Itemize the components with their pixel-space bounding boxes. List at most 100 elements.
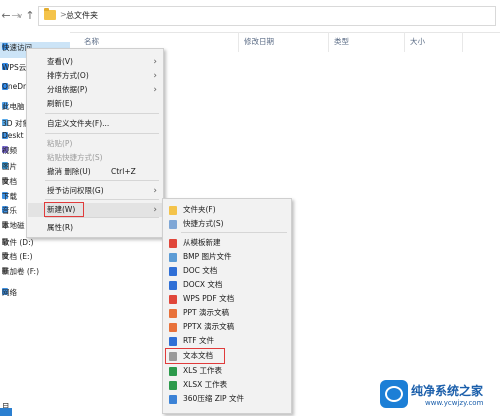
nav-item-label: Deskt bbox=[2, 131, 24, 140]
nav-item-label: 文档 bbox=[2, 177, 17, 186]
menu-separator bbox=[181, 232, 287, 233]
docx-icon bbox=[169, 281, 177, 290]
watermark-title: 纯净系统之家 bbox=[411, 384, 484, 398]
nav-item[interactable]: 此电脑 bbox=[2, 101, 25, 112]
nav-item[interactable]: 音乐 bbox=[2, 205, 17, 216]
nav-item[interactable]: 下载 bbox=[2, 191, 17, 202]
new-submenu: 文件夹(F) 快捷方式(S) 从模板新建 BMP 图片文件 DOC 文档 DOCX 文档 W… bbox=[162, 198, 292, 414]
nav-item[interactable]: 新加卷 (F:) bbox=[2, 266, 39, 277]
submenu-item[interactable]: 从模板新建 bbox=[163, 236, 291, 250]
submenu-item[interactable]: DOCX 文档 bbox=[163, 278, 291, 292]
chevron-right-icon: › bbox=[153, 71, 157, 81]
nav-item[interactable]: 本地磁 bbox=[2, 220, 25, 231]
menu-item[interactable]: 查看(V) › bbox=[27, 55, 163, 69]
nav-item[interactable]: 图片 bbox=[2, 161, 17, 172]
nav-item[interactable]: 文档 bbox=[2, 176, 17, 187]
submenu-item-label: WPS PDF 文档 bbox=[183, 294, 235, 303]
submenu-item[interactable]: WPS PDF 文档 bbox=[163, 292, 291, 306]
submenu-item-label: 快捷方式(S) bbox=[183, 219, 224, 228]
submenu-item[interactable]: 文件夹(F) bbox=[163, 203, 291, 217]
nav-item-label: 新加卷 (F:) bbox=[2, 267, 39, 276]
menu-item[interactable]: 属性(R) bbox=[27, 221, 163, 235]
submenu-item[interactable]: XLS 工作表 bbox=[163, 364, 291, 378]
submenu-item-label: 从模板新建 bbox=[183, 238, 221, 247]
highlight-box bbox=[44, 202, 84, 217]
submenu-item[interactable]: DOC 文档 bbox=[163, 264, 291, 278]
column-divider bbox=[404, 32, 405, 52]
up-button[interactable]: ↑ bbox=[24, 9, 36, 23]
menu-item-label: 粘贴(P) bbox=[47, 139, 73, 148]
menu-item-label: 属性(R) bbox=[47, 223, 74, 232]
nav-item[interactable]: 文档 (E:) bbox=[2, 251, 33, 262]
menu-item-label: 撤消 删除(U) bbox=[47, 167, 91, 176]
submenu-item-label: DOCX 文档 bbox=[183, 280, 223, 289]
nav-item[interactable]: Deskt bbox=[2, 131, 24, 140]
menu-separator bbox=[45, 199, 159, 200]
column-divider bbox=[462, 32, 463, 52]
menu-item[interactable]: 授予访问权限(G) › bbox=[27, 184, 163, 198]
submenu-item[interactable]: 快捷方式(S) bbox=[163, 217, 291, 231]
column-divider bbox=[238, 32, 239, 52]
submenu-item-label: 360压缩 ZIP 文件 bbox=[183, 394, 244, 403]
submenu-item[interactable]: RTF 文件 bbox=[163, 334, 291, 348]
xlsx-icon bbox=[169, 381, 177, 390]
template-icon bbox=[169, 239, 177, 248]
submenu-item[interactable]: BMP 图片文件 bbox=[163, 250, 291, 264]
menu-item: 粘贴快捷方式(S) bbox=[27, 151, 163, 165]
submenu-item[interactable]: XLSX 工作表 bbox=[163, 378, 291, 392]
submenu-item-label: PPTX 演示文稿 bbox=[183, 322, 235, 331]
submenu-item[interactable]: PPT 演示文稿 bbox=[163, 306, 291, 320]
menu-item-label: 排序方式(O) bbox=[47, 71, 89, 80]
folder-icon bbox=[44, 8, 56, 20]
nav-item-label: 文档 (E:) bbox=[2, 252, 33, 261]
submenu-item[interactable]: 360压缩 ZIP 文件 bbox=[163, 392, 291, 406]
menu-item[interactable]: 撤消 删除(U) Ctrl+Z bbox=[27, 165, 163, 179]
chevron-right-icon: › bbox=[153, 205, 157, 215]
menu-item[interactable]: 刷新(E) bbox=[27, 97, 163, 111]
submenu-item-label: BMP 图片文件 bbox=[183, 252, 232, 261]
submenu-item[interactable]: PPTX 演示文稿 bbox=[163, 320, 291, 334]
ppt-icon bbox=[169, 309, 177, 318]
menu-item[interactable]: 排序方式(O) › bbox=[27, 69, 163, 83]
nav-item[interactable]: 视频 bbox=[2, 145, 17, 156]
submenu-item-label: PPT 演示文稿 bbox=[183, 308, 230, 317]
menu-separator bbox=[45, 113, 159, 114]
nav-item[interactable]: 软件 (D:) bbox=[2, 237, 34, 248]
context-menu: 查看(V) › 排序方式(O) › 分组依据(P) › 刷新(E) 自定义文件夹(F)... 粘… bbox=[26, 48, 164, 238]
submenu-item-label: 文件夹(F) bbox=[183, 205, 216, 214]
menu-item[interactable]: 分组依据(P) › bbox=[27, 83, 163, 97]
doc-icon bbox=[169, 267, 177, 276]
highlight-box bbox=[165, 348, 225, 364]
column-header-date[interactable]: 修改日期 bbox=[244, 36, 274, 47]
chevron-right-icon: › bbox=[153, 57, 157, 67]
nav-item-label: 网络 bbox=[2, 288, 17, 297]
menu-item-label: 刷新(E) bbox=[47, 99, 73, 108]
column-header-size[interactable]: 大小 bbox=[410, 36, 425, 47]
nav-item-label: 音乐 bbox=[2, 206, 17, 215]
menu-separator bbox=[45, 133, 159, 134]
submenu-item-label: XLS 工作表 bbox=[183, 366, 222, 375]
nav-item-label: 视频 bbox=[2, 146, 17, 155]
pptx-icon bbox=[169, 323, 177, 332]
breadcrumb-current[interactable]: 总文件夹 bbox=[66, 10, 98, 21]
bmp-icon bbox=[169, 253, 177, 262]
nav-item[interactable]: 网络 bbox=[2, 287, 17, 298]
menu-separator bbox=[45, 180, 159, 181]
watermark-logo bbox=[380, 380, 408, 408]
submenu-item-label: XLSX 工作表 bbox=[183, 380, 228, 389]
menu-separator bbox=[45, 217, 159, 218]
column-header-name[interactable]: 名称 bbox=[84, 36, 99, 47]
address-field[interactable] bbox=[38, 6, 496, 26]
column-header-type[interactable]: 类型 bbox=[334, 36, 349, 47]
xls-icon bbox=[169, 367, 177, 376]
chevron-right-icon: › bbox=[153, 186, 157, 196]
column-divider bbox=[328, 32, 329, 52]
menu-item[interactable]: 自定义文件夹(F)... bbox=[27, 117, 163, 131]
folder-icon bbox=[169, 206, 177, 215]
watermark-url: www.ycwjzy.com bbox=[425, 399, 484, 407]
nav-item-label: 本地磁 bbox=[2, 221, 25, 230]
nav-item-label: 此电脑 bbox=[2, 102, 25, 111]
menu-item-label: 授予访问权限(G) bbox=[47, 186, 104, 195]
nav-item-label: 下载 bbox=[2, 192, 17, 201]
menu-item-label: 自定义文件夹(F)... bbox=[47, 119, 110, 128]
